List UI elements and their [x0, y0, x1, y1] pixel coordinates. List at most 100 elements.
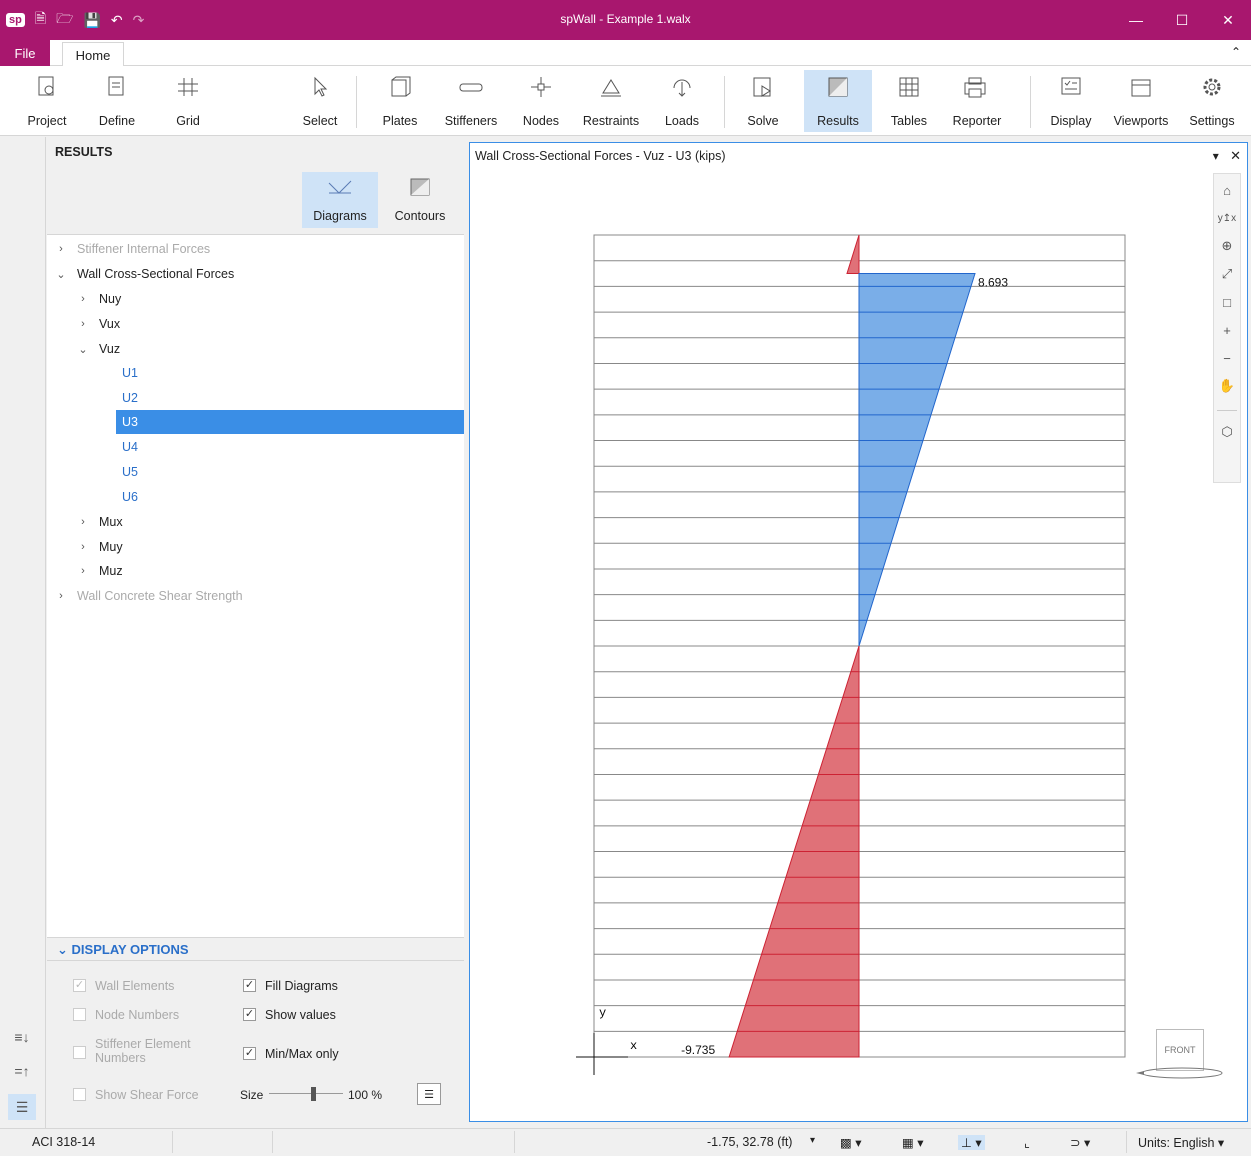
- solve-button[interactable]: Solve: [740, 70, 786, 132]
- tree-item-nuy[interactable]: › Nuy: [75, 287, 121, 311]
- results-diagram[interactable]: 8.693 -9.735 y x: [470, 169, 1247, 1121]
- restraints-button[interactable]: Restraints: [578, 70, 644, 132]
- close-icon[interactable]: ✕: [1205, 0, 1251, 40]
- tree-item-u6[interactable]: U6: [116, 485, 464, 509]
- nodes-button[interactable]: Nodes: [518, 70, 564, 132]
- viewports-icon: [1127, 74, 1155, 100]
- results-label: Results: [817, 114, 859, 128]
- size-slider[interactable]: [269, 1087, 343, 1101]
- plates-icon: [386, 74, 414, 100]
- wall-elements-checkbox[interactable]: ✓ Wall Elements: [73, 979, 174, 993]
- rotate-icon[interactable]: ⊕: [1215, 234, 1239, 258]
- viewport-menu-icon[interactable]: ▾: [1213, 149, 1219, 163]
- home-view-icon[interactable]: ⌂: [1215, 178, 1239, 202]
- loads-button[interactable]: Loads: [660, 70, 704, 132]
- size-value: 100 %: [348, 1088, 383, 1102]
- ortho-icon[interactable]: ⊥ ▾: [958, 1135, 985, 1150]
- sort-down-icon[interactable]: ≡↓: [8, 1024, 36, 1050]
- menu-icon[interactable]: ☰: [8, 1094, 36, 1120]
- axis-icon[interactable]: ⌞: [1024, 1135, 1030, 1150]
- reporter-button[interactable]: Reporter: [946, 70, 1008, 132]
- tree-item-wall-cross-sectional-forces[interactable]: ⌄ Wall Cross-Sectional Forces: [53, 262, 234, 286]
- chevron-right-icon: ›: [81, 516, 85, 528]
- grid-display-icon[interactable]: ▦ ▾: [902, 1135, 924, 1150]
- tree-item-muy[interactable]: › Muy: [75, 535, 123, 559]
- max-value-label: 8.693: [978, 276, 1008, 290]
- grid-label: Grid: [176, 114, 200, 128]
- plates-button[interactable]: Plates: [378, 70, 422, 132]
- plates-label: Plates: [382, 114, 418, 128]
- display-settings-icon[interactable]: ☰: [417, 1083, 441, 1105]
- checkbox-label: Stiffener Element Numbers: [95, 1037, 191, 1065]
- tree-label: Wall Cross-Sectional Forces: [77, 267, 235, 281]
- tab-file[interactable]: File: [0, 40, 50, 66]
- design-code: ACI 318-14: [32, 1135, 96, 1149]
- maximize-icon[interactable]: ☐: [1159, 0, 1205, 40]
- settings-button[interactable]: Settings: [1184, 70, 1240, 132]
- node-numbers-checkbox[interactable]: Node Numbers: [73, 1008, 179, 1022]
- tree-item-mux[interactable]: › Mux: [75, 510, 122, 534]
- units-selector[interactable]: Units: English ▾: [1138, 1135, 1224, 1150]
- viewports-button[interactable]: Viewports: [1108, 70, 1174, 132]
- project-label: Project: [27, 114, 67, 128]
- coordinates-dropdown-icon[interactable]: ▾: [810, 1135, 815, 1146]
- show-values-checkbox[interactable]: ✓ Show values: [243, 1008, 336, 1022]
- define-button[interactable]: Define: [94, 70, 140, 132]
- tree-item-u3[interactable]: U3: [116, 410, 464, 434]
- display-button[interactable]: Display: [1044, 70, 1098, 132]
- checkbox-label: Min/Max only: [265, 1047, 339, 1061]
- chevron-right-icon: ›: [81, 541, 85, 553]
- tree-item-wall-concrete-shear-strength[interactable]: › Wall Concrete Shear Strength: [53, 584, 242, 608]
- tree-item-vux[interactable]: › Vux: [75, 312, 120, 336]
- stiffener-element-numbers-checkbox[interactable]: Stiffener Element Numbers: [73, 1037, 213, 1065]
- view-cube-label: FRONT: [1164, 1045, 1196, 1055]
- tree-item-vuz[interactable]: ⌄ Vuz: [75, 337, 120, 361]
- ribbon-toolbar: Project Define Grid Select Plates Stiffe…: [0, 66, 1251, 136]
- cursor-icon: [306, 74, 334, 100]
- zoom-in-icon[interactable]: +: [1215, 318, 1239, 342]
- magnet-icon[interactable]: ⊃ ▾: [1070, 1135, 1090, 1150]
- snap-grid-icon[interactable]: ▩ ▾: [840, 1135, 862, 1150]
- results-viewport: Wall Cross-Sectional Forces - Vuz - U3 (…: [469, 142, 1248, 1122]
- select-button[interactable]: Select: [298, 70, 342, 132]
- minmax-only-checkbox[interactable]: ✓ Min/Max only: [243, 1047, 339, 1061]
- zoom-out-icon[interactable]: −: [1215, 346, 1239, 370]
- fill-diagrams-checkbox[interactable]: ✓ Fill Diagrams: [243, 979, 338, 993]
- tables-button[interactable]: Tables: [886, 70, 932, 132]
- tree-item-u5[interactable]: U5: [116, 460, 464, 484]
- sort-up-icon[interactable]: =↑: [8, 1058, 36, 1084]
- contours-button[interactable]: Contours: [382, 172, 458, 228]
- project-button[interactable]: Project: [24, 70, 70, 132]
- pan-hand-icon[interactable]: ✋: [1215, 374, 1239, 398]
- tab-home[interactable]: Home: [62, 42, 124, 67]
- contour-icon: [409, 177, 431, 200]
- axes-icon[interactable]: y↥x: [1215, 206, 1239, 230]
- viewport-close-icon[interactable]: ✕: [1230, 148, 1241, 163]
- grid-button[interactable]: Grid: [166, 70, 210, 132]
- tree-item-u2[interactable]: U2: [116, 386, 464, 410]
- window-title: spWall - Example 1.walx: [560, 12, 691, 26]
- project-icon: [33, 74, 61, 100]
- stiffeners-button[interactable]: Stiffeners: [440, 70, 502, 132]
- tree-item-u1[interactable]: U1: [116, 361, 464, 385]
- define-icon: [103, 74, 131, 100]
- tree-item-stiffener-internal-forces[interactable]: › Stiffener Internal Forces: [53, 237, 210, 261]
- define-label: Define: [98, 114, 136, 128]
- size-slider-thumb[interactable]: [311, 1087, 316, 1101]
- 3d-view-icon[interactable]: ⬡: [1215, 420, 1239, 444]
- zoom-window-icon[interactable]: □: [1215, 290, 1239, 314]
- tree-label: Muy: [99, 540, 123, 554]
- tree-item-u4[interactable]: U4: [116, 435, 464, 459]
- tree-item-muz[interactable]: › Muz: [75, 559, 122, 583]
- minimize-icon[interactable]: —: [1113, 0, 1159, 40]
- zoom-extents-icon[interactable]: ⤢: [1215, 262, 1239, 286]
- solve-icon: [749, 74, 777, 100]
- display-options-toggle[interactable]: ⌄ DISPLAY OPTIONS: [57, 942, 189, 958]
- contours-label: Contours: [394, 209, 446, 223]
- show-shear-force-checkbox[interactable]: Show Shear Force: [73, 1088, 199, 1102]
- results-button[interactable]: Results: [804, 70, 872, 132]
- collapse-ribbon-icon[interactable]: ⌃: [1231, 45, 1241, 59]
- results-panel: RESULTS Diagrams Contours › Stiffener Int…: [47, 137, 464, 1128]
- settings-label: Settings: [1189, 114, 1235, 128]
- diagrams-button[interactable]: Diagrams: [302, 172, 378, 228]
